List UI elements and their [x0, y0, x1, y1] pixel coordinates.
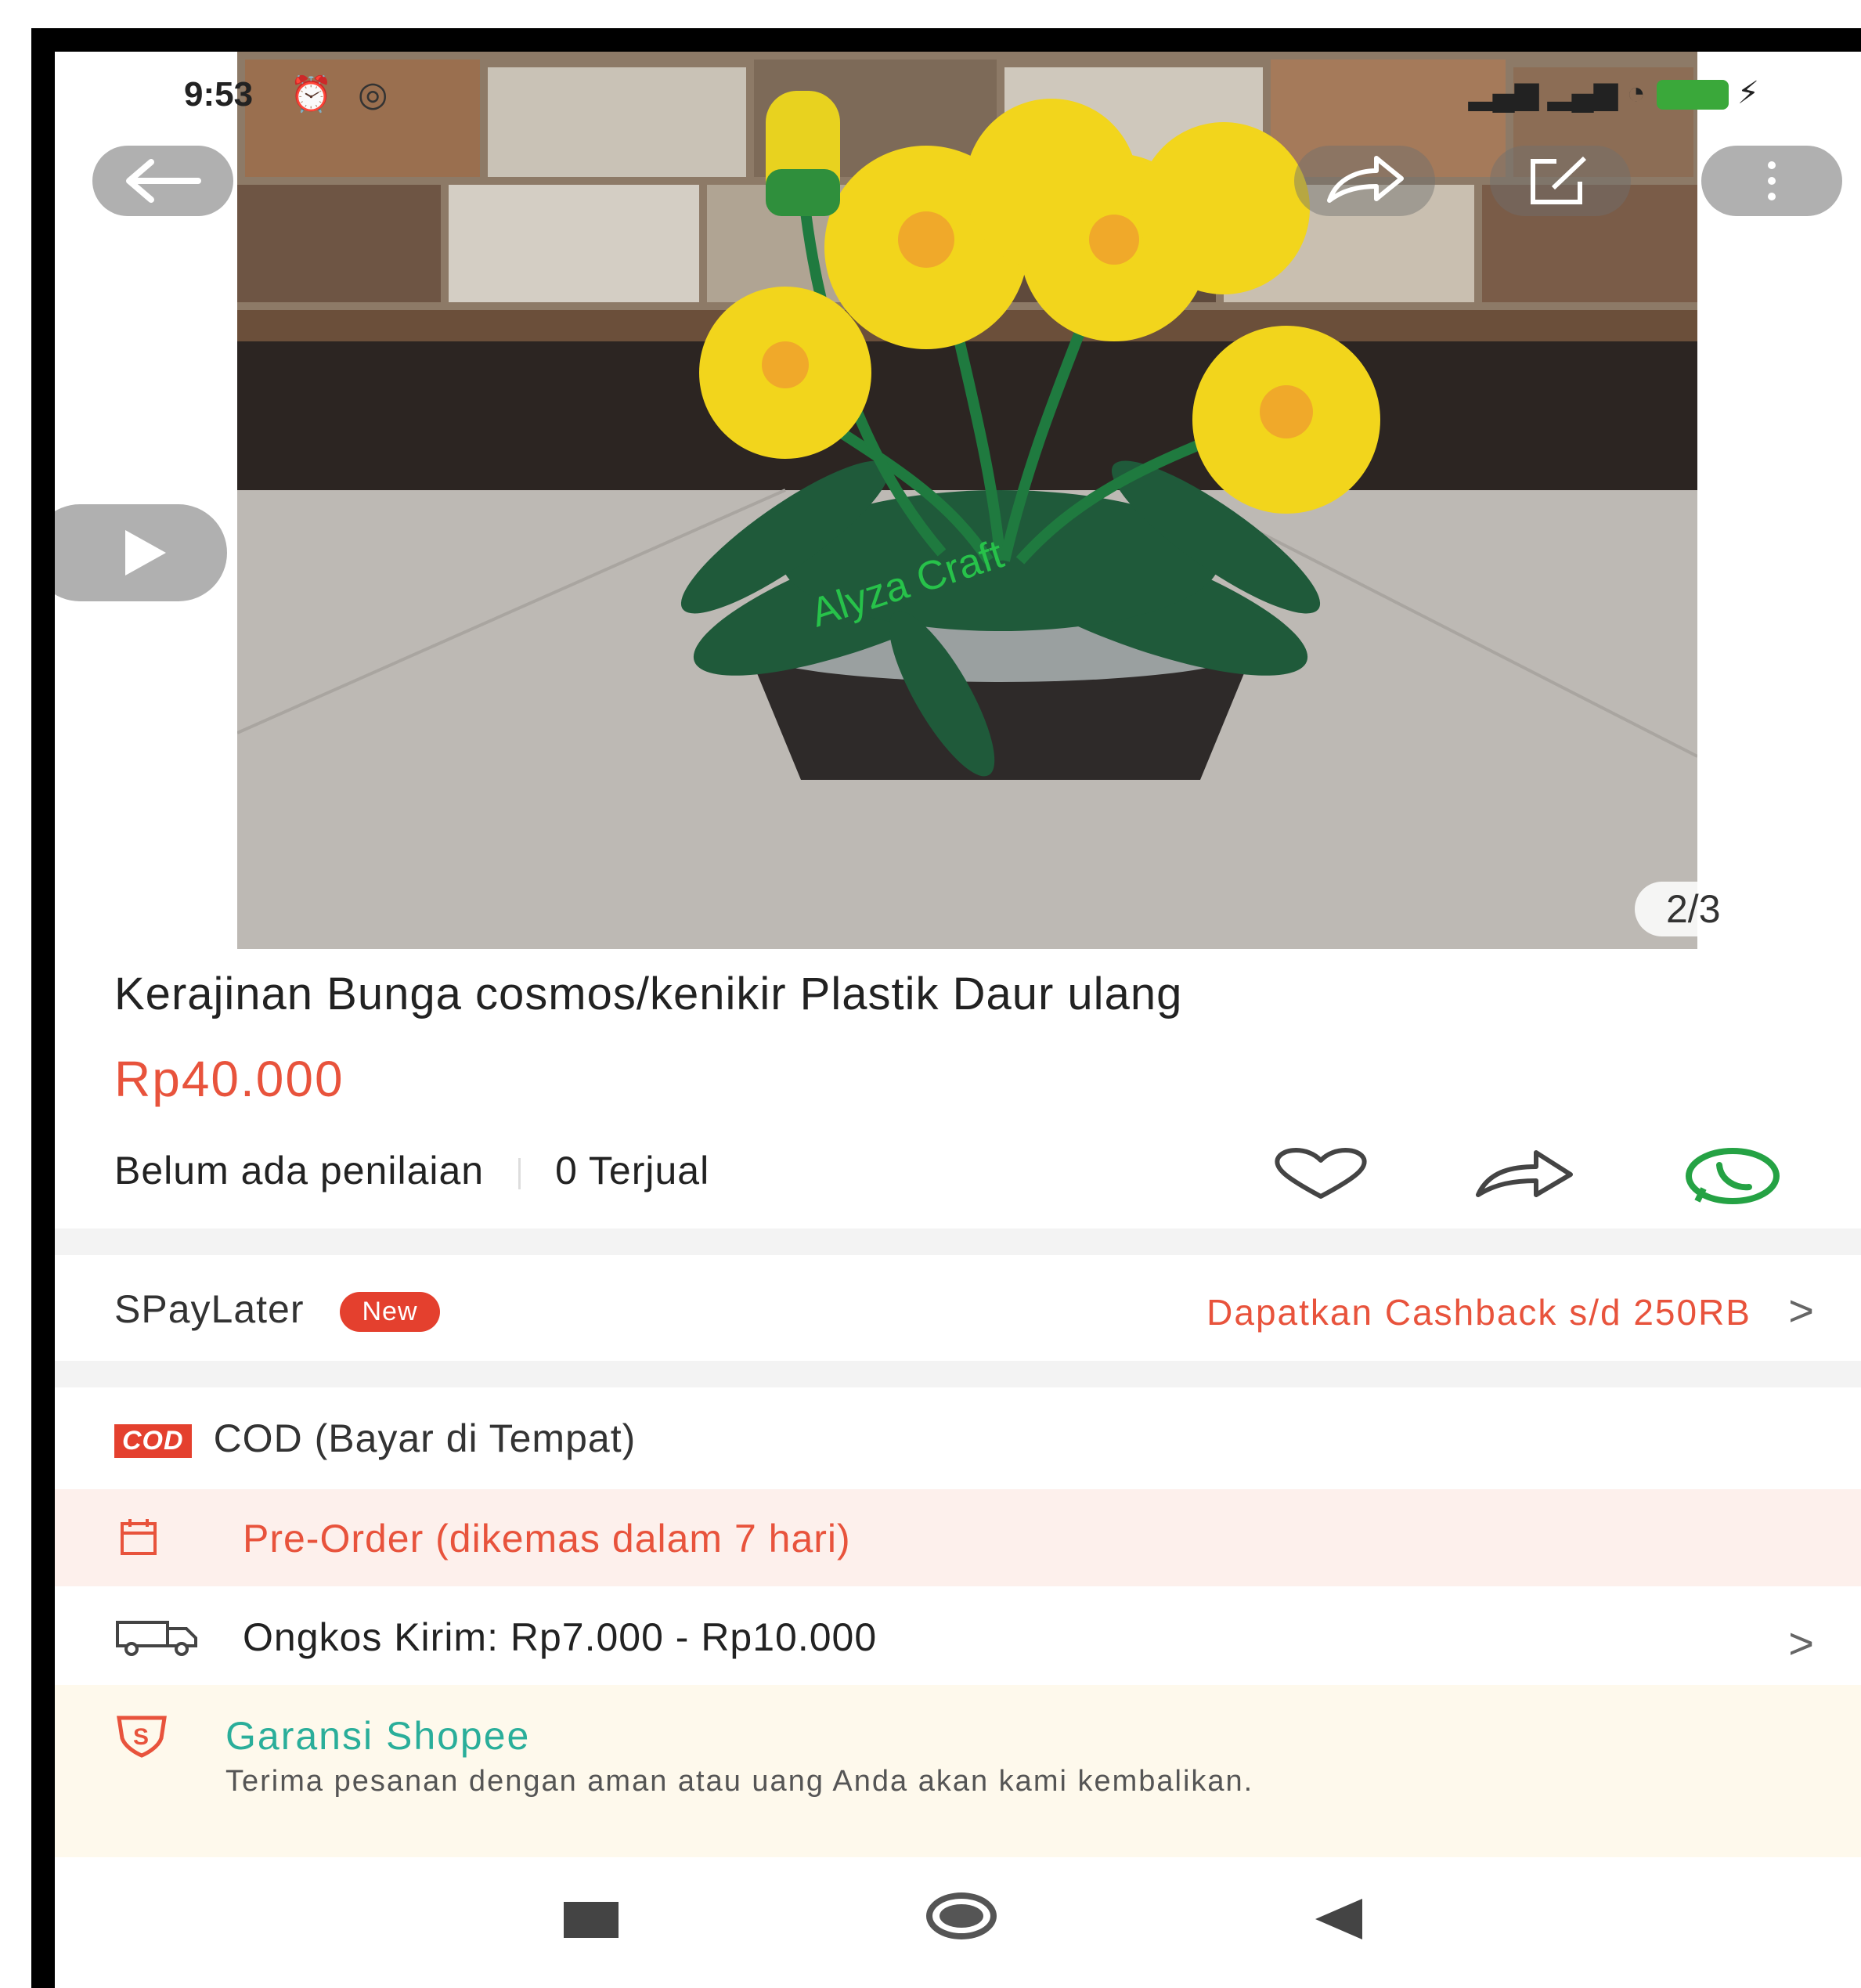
section-gap	[55, 1361, 1861, 1387]
play-video-button[interactable]	[55, 504, 227, 601]
favorite-button[interactable]	[1270, 1146, 1372, 1205]
section-gap	[55, 1229, 1861, 1255]
edit-icon	[1531, 156, 1587, 204]
svg-text:S: S	[133, 1724, 149, 1750]
battery-icon	[1656, 80, 1729, 110]
share-product-button[interactable]	[1473, 1146, 1575, 1205]
status-right-icons: ▂▄▆ ▂▄▆ ◔ ⚡	[1468, 76, 1759, 110]
share-button[interactable]	[1294, 146, 1435, 216]
device-frame-left	[31, 28, 55, 1988]
shipping-row[interactable]: Ongkos Kirim: Rp7.000 - Rp10.000 >	[55, 1586, 1861, 1685]
divider	[518, 1157, 521, 1189]
share-icon	[1327, 156, 1404, 203]
device-frame-top	[31, 28, 1861, 52]
guarantee-text: Terima pesanan dengan aman atau uang And…	[225, 1765, 1254, 1798]
spaylater-row[interactable]: SPayLater New Dapatkan Cashback s/d 250RB…	[55, 1255, 1861, 1361]
recent-apps-button[interactable]	[564, 1902, 619, 1938]
more-vertical-icon	[1768, 161, 1776, 200]
sold-count: 0 Terjual	[555, 1149, 710, 1192]
guarantee-row[interactable]: S Garansi Shopee Terima pesanan dengan a…	[55, 1685, 1861, 1857]
product-image[interactable]: Alyza Craft	[237, 52, 1697, 949]
whatsapp-share-button[interactable]	[1682, 1146, 1783, 1213]
status-bar: 9:53 ⏰ ◎ ▂▄▆ ▂▄▆ ◔ ⚡	[55, 52, 1861, 138]
notification-icons: ⏰ ◎	[290, 75, 396, 114]
spaylater-label: SPayLater	[114, 1287, 305, 1331]
system-navigation-bar	[55, 1863, 1861, 1988]
guarantee-title: Garansi Shopee	[225, 1714, 531, 1758]
rating-text: Belum ada penilaian	[114, 1149, 485, 1192]
whatsapp-icon	[1686, 1148, 1780, 1204]
gallery-page-indicator: 2/3	[1635, 882, 1752, 936]
product-price: Rp40.000	[114, 1051, 344, 1107]
chevron-right-icon: >	[1788, 1286, 1814, 1335]
more-button[interactable]	[1701, 146, 1842, 216]
home-button[interactable]	[926, 1892, 997, 1939]
cod-label: COD (Bayar di Tempat)	[213, 1416, 637, 1460]
new-badge: New	[340, 1292, 440, 1333]
product-meta: Belum ada penilaian 0 Terjual	[114, 1148, 709, 1193]
preorder-label: Pre-Order (dikemas dalam 7 hari)	[243, 1517, 851, 1560]
heart-icon	[1275, 1148, 1367, 1199]
shield-icon: S	[117, 1716, 167, 1758]
preorder-row: Pre-Order (dikemas dalam 7 hari)	[55, 1489, 1861, 1586]
chevron-right-icon: >	[1788, 1618, 1814, 1668]
cod-badge: COD	[114, 1424, 192, 1459]
product-title: Kerajinan Bunga cosmos/kenikir Plastik D…	[114, 969, 1183, 1019]
back-button[interactable]	[92, 146, 233, 216]
app-screen: Alyza Craft 9:53 ⏰ ◎ ▂▄▆ ▂▄▆ ◔ ⚡ 2/3 Ker…	[55, 52, 1861, 1988]
cod-row: COD COD (Bayar di Tempat)	[55, 1387, 1861, 1489]
share-icon	[1476, 1150, 1573, 1197]
spaylater-promo: Dapatkan Cashback s/d 250RB	[1206, 1292, 1751, 1333]
edit-button[interactable]	[1490, 146, 1631, 216]
home-icon	[940, 1904, 983, 1928]
system-back-button[interactable]	[1315, 1899, 1362, 1939]
shipping-label: Ongkos Kirim: Rp7.000 - Rp10.000	[243, 1615, 878, 1659]
status-time: 9:53	[184, 75, 254, 114]
play-icon	[125, 530, 166, 575]
calendar-icon	[121, 1519, 157, 1555]
truck-icon	[116, 1621, 197, 1656]
arrow-left-icon	[126, 159, 201, 203]
